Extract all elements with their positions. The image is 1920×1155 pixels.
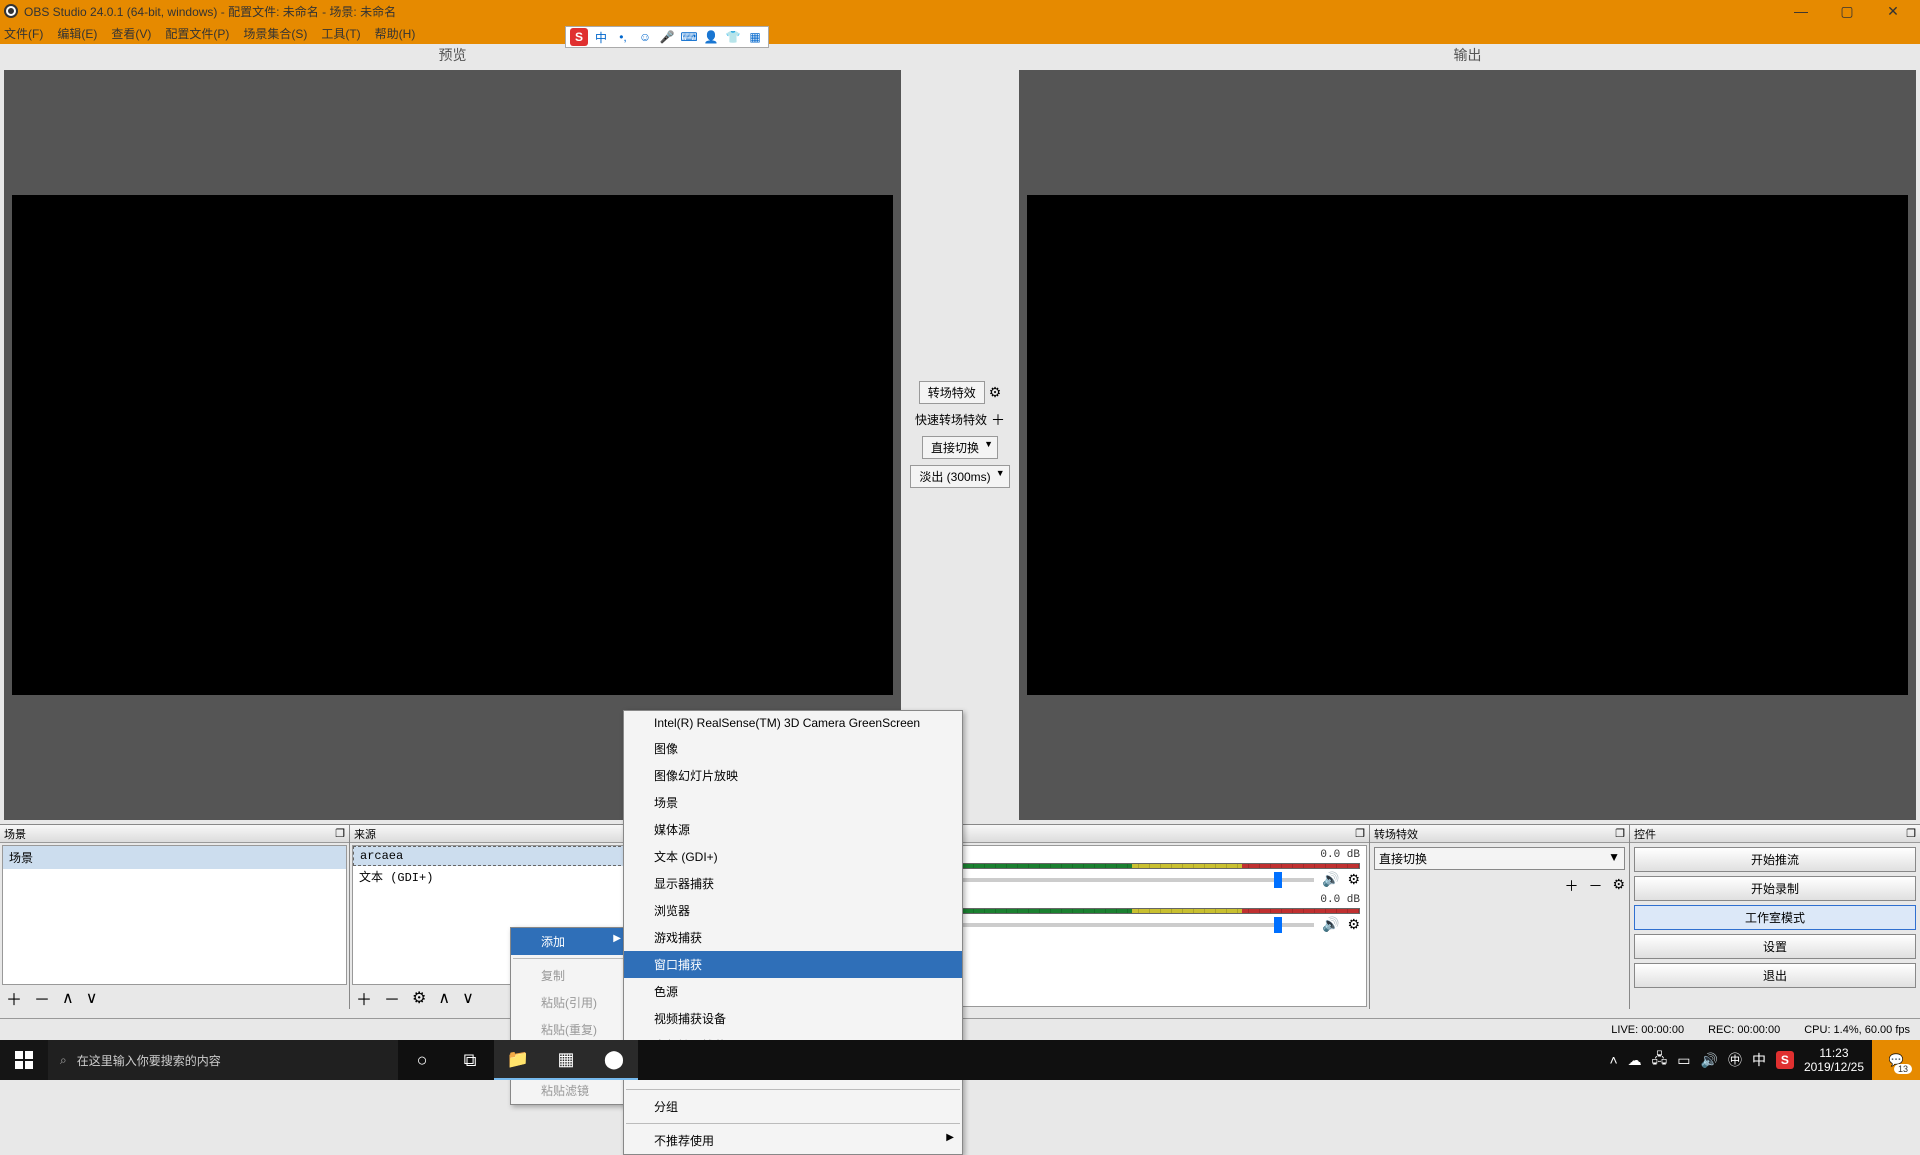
src-game-capture[interactable]: 游戏捕获 — [624, 924, 962, 951]
menu-profile[interactable]: 配置文件(P) — [165, 25, 229, 42]
settings-button[interactable]: 设置 — [1634, 934, 1916, 959]
menu-file[interactable]: 文件(F) — [4, 25, 43, 42]
transition-remove-button[interactable]: － — [1588, 876, 1602, 896]
ctx-paste-dup: 粘贴(重复) — [511, 1016, 629, 1043]
controls-title: 控件 — [1634, 826, 1656, 842]
menu-edit[interactable]: 编辑(E) — [57, 25, 97, 42]
scenes-title: 场景 — [4, 826, 26, 842]
speaker-icon[interactable]: 🔊 — [1322, 871, 1339, 888]
src-slideshow[interactable]: 图像幻灯片放映 — [624, 762, 962, 789]
menu-scene-collection[interactable]: 场景集合(S) — [243, 25, 307, 42]
speaker-icon[interactable]: 🔊 — [1322, 916, 1339, 933]
status-rec: REC: 00:00:00 — [1708, 1024, 1780, 1036]
start-recording-button[interactable]: 开始录制 — [1634, 876, 1916, 901]
search-placeholder: 在这里输入你要搜索的内容 — [77, 1052, 221, 1069]
taskbar-app[interactable]: ▦ — [542, 1040, 590, 1080]
source-add-button[interactable]: ＋ — [356, 986, 372, 1010]
controls-popout-icon[interactable]: ❐ — [1906, 827, 1916, 840]
status-live: LIVE: 00:00:00 — [1611, 1024, 1684, 1036]
ctx-copy: 复制 — [511, 962, 629, 989]
ctx-paste-filter: 粘贴滤镜 — [511, 1077, 629, 1104]
maximize-button[interactable]: ▢ — [1824, 0, 1870, 22]
taskbar-obs[interactable]: ⬤ — [590, 1040, 638, 1080]
action-center-button[interactable]: 💬13 — [1872, 1040, 1920, 1080]
cortana-icon[interactable]: ○ — [398, 1040, 446, 1080]
source-up-button[interactable]: ∧ — [438, 988, 450, 1008]
search-icon: ⌕ — [60, 1053, 67, 1068]
sources-title: 来源 — [354, 826, 376, 842]
tray-chevron-icon[interactable]: ˄ — [1609, 1052, 1617, 1068]
src-video-capture[interactable]: 视频捕获设备 — [624, 1005, 962, 1032]
src-color-source[interactable]: 色源 — [624, 978, 962, 1005]
scene-item[interactable]: 场景 — [3, 846, 346, 869]
preview-label: 预览 — [0, 44, 905, 66]
plus-icon[interactable]: ＋ — [991, 410, 1005, 430]
src-greenscreen[interactable]: Intel(R) RealSense(TM) 3D Camera GreenSc… — [624, 711, 962, 735]
studio-mode-button[interactable]: 工作室模式 — [1634, 905, 1916, 930]
add-source-submenu: Intel(R) RealSense(TM) 3D Camera GreenSc… — [623, 710, 963, 1155]
tray-sogou-icon[interactable]: S — [1776, 1051, 1794, 1069]
transition-select-1[interactable]: 直接切换 — [922, 436, 998, 459]
src-deprecated[interactable]: 不推荐使用 — [624, 1127, 962, 1154]
gear-icon[interactable]: ⚙ — [989, 384, 1002, 401]
source-remove-button[interactable]: － — [384, 986, 400, 1010]
start-button[interactable] — [0, 1040, 48, 1080]
taskbar-app[interactable]: 📁 — [494, 1040, 542, 1080]
src-window-capture[interactable]: 窗口捕获 — [624, 951, 962, 978]
gear-icon[interactable]: ⚙ — [1347, 871, 1360, 888]
menu-tools[interactable]: 工具(T) — [321, 25, 360, 42]
transition-select-2[interactable]: 淡出 (300ms) — [910, 465, 1009, 488]
transition-dropdown[interactable]: 直接切换▼ — [1374, 847, 1625, 870]
gear-icon[interactable]: ⚙ — [1347, 916, 1360, 933]
src-browser[interactable]: 浏览器 — [624, 897, 962, 924]
preview-canvas[interactable] — [4, 70, 901, 820]
transition-gear-button[interactable]: ⚙ — [1612, 876, 1625, 896]
tray-clock[interactable]: 11:23 2019/12/25 — [1804, 1046, 1864, 1075]
start-streaming-button[interactable]: 开始推流 — [1634, 847, 1916, 872]
tray-ime-icon[interactable]: ㊥ — [1728, 1050, 1742, 1070]
src-scene[interactable]: 场景 — [624, 789, 962, 816]
source-down-button[interactable]: ∨ — [462, 988, 474, 1008]
scene-remove-button[interactable]: － — [34, 986, 50, 1010]
obs-icon — [4, 4, 18, 18]
mixer-popout-icon[interactable]: ❐ — [1355, 827, 1365, 840]
taskbar-search[interactable]: ⌕ 在这里输入你要搜索的内容 — [48, 1040, 398, 1080]
transition-button[interactable]: 转场特效 — [919, 381, 985, 404]
task-view-icon[interactable]: ⧉ — [446, 1040, 494, 1080]
tray-lang-icon[interactable]: 中 — [1752, 1050, 1766, 1070]
transitions-title: 转场特效 — [1374, 826, 1418, 842]
tray-network-icon[interactable]: 🖧 — [1652, 1048, 1668, 1072]
minimize-button[interactable]: — — [1778, 0, 1824, 22]
src-group[interactable]: 分组 — [624, 1093, 962, 1120]
output-canvas[interactable] — [1019, 70, 1916, 820]
scene-down-button[interactable]: ∨ — [86, 988, 98, 1008]
window-title: OBS Studio 24.0.1 (64-bit, windows) - 配置… — [24, 3, 1778, 20]
transition-add-button[interactable]: ＋ — [1564, 876, 1578, 896]
src-text-gdi[interactable]: 文本 (GDI+) — [624, 843, 962, 870]
tray-battery-icon[interactable]: ▭ — [1677, 1052, 1690, 1069]
src-image[interactable]: 图像 — [624, 735, 962, 762]
ctx-paste-ref: 粘贴(引用) — [511, 989, 629, 1016]
output-label: 输出 — [1015, 44, 1920, 66]
quick-transition-label: 快速转场特效 — [915, 411, 987, 428]
scene-up-button[interactable]: ∧ — [62, 988, 74, 1008]
status-cpu: CPU: 1.4%, 60.00 fps — [1804, 1024, 1910, 1036]
transitions-popout-icon[interactable]: ❐ — [1615, 827, 1625, 840]
menu-help[interactable]: 帮助(H) — [375, 25, 416, 42]
source-gear-button[interactable]: ⚙ — [412, 988, 426, 1008]
tray-volume-icon[interactable]: 🔊 — [1701, 1052, 1718, 1069]
ctx-add[interactable]: 添加 — [511, 928, 629, 955]
menu-view[interactable]: 查看(V) — [111, 25, 151, 42]
src-display-capture[interactable]: 显示器捕获 — [624, 870, 962, 897]
close-button[interactable]: ✕ — [1870, 0, 1916, 22]
exit-button[interactable]: 退出 — [1634, 963, 1916, 988]
scenes-popout-icon[interactable]: ❐ — [335, 827, 345, 840]
tray-onedrive-icon[interactable]: ☁ — [1628, 1052, 1642, 1069]
scene-add-button[interactable]: ＋ — [6, 986, 22, 1010]
src-media[interactable]: 媒体源 — [624, 816, 962, 843]
